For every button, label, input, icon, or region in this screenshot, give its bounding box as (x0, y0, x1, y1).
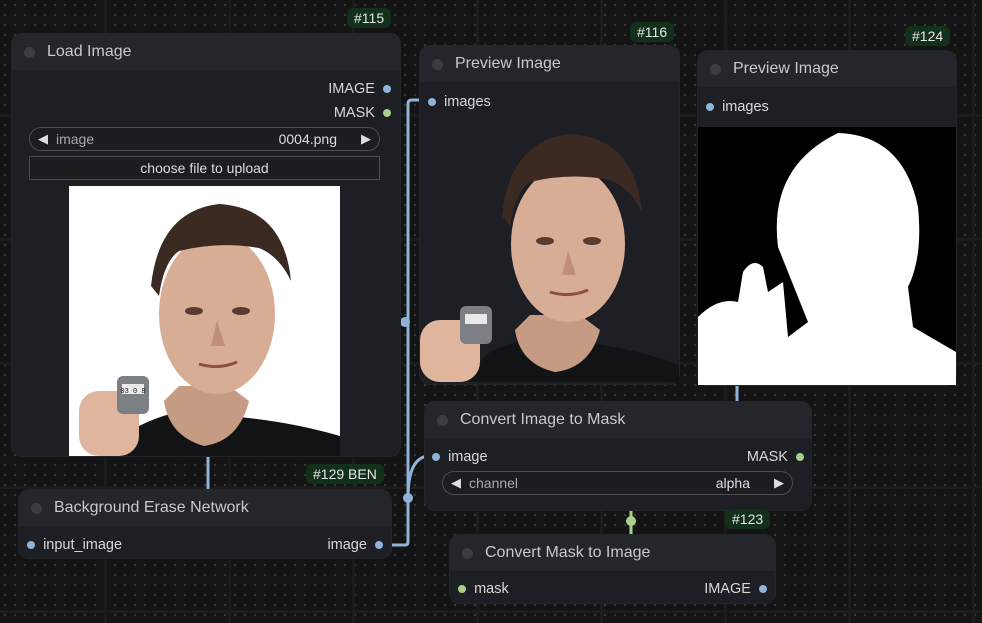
collapse-dot-icon[interactable] (24, 46, 35, 58)
image-preview: 03 0 8 (69, 186, 340, 456)
node-header[interactable]: Preview Image (698, 51, 956, 87)
slot-dot-icon[interactable] (706, 103, 714, 111)
widget-value: alpha (715, 475, 750, 491)
slot-label: images (444, 94, 491, 110)
slot-dot-icon[interactable] (432, 453, 440, 461)
right-arrow-icon[interactable]: ▶ (750, 475, 792, 491)
node-id-badge: #123 (725, 509, 771, 529)
node-title: Preview Image (455, 55, 561, 72)
node-header[interactable]: Background Erase Network (19, 490, 391, 526)
slot-dot-icon[interactable] (759, 585, 767, 593)
node-header[interactable]: Convert Mask to Image (450, 535, 775, 571)
input-slot-mask[interactable]: mask (458, 581, 509, 597)
preview-image (420, 120, 679, 382)
left-arrow-icon[interactable]: ◀ (443, 475, 469, 491)
right-arrow-icon[interactable]: ▶ (337, 131, 379, 147)
node-id-badge: #129 BEN (306, 464, 384, 484)
output-slot-mask[interactable]: MASK (747, 449, 804, 465)
node-title: Background Erase Network (54, 499, 249, 516)
node-title: Convert Image to Mask (460, 411, 626, 428)
node-id-badge: #124 (905, 26, 951, 46)
upload-button[interactable]: choose file to upload (29, 156, 380, 180)
mask-preview-image (698, 127, 956, 385)
node-header[interactable]: Preview Image (420, 46, 679, 82)
cutout-portrait (420, 134, 679, 382)
slot-dot-icon[interactable] (383, 85, 391, 93)
wire-reroute-dot (400, 317, 410, 327)
collapse-dot-icon[interactable] (710, 63, 721, 75)
slot-label: mask (474, 581, 509, 597)
output-slot-image[interactable]: IMAGE (704, 581, 767, 597)
input-slot-images[interactable]: images (428, 94, 491, 110)
slot-dot-icon[interactable] (383, 109, 391, 117)
load-image-node[interactable]: Load Image IMAGE MASK ◀ image 0004.png ▶… (12, 34, 400, 456)
output-slot-image[interactable]: image (327, 537, 383, 553)
channel-combo-widget[interactable]: ◀ channel alpha ▶ (442, 471, 793, 495)
collapse-dot-icon[interactable] (437, 414, 448, 426)
slot-dot-icon[interactable] (428, 98, 436, 106)
slot-label: images (722, 99, 769, 115)
slot-dot-icon[interactable] (796, 453, 804, 461)
widget-label: channel (469, 475, 519, 491)
node-title: Load Image (47, 43, 132, 60)
slot-dot-icon[interactable] (375, 541, 383, 549)
input-slot-image[interactable]: image (432, 449, 488, 465)
image-combo-widget[interactable]: ◀ image 0004.png ▶ (29, 127, 380, 151)
collapse-dot-icon[interactable] (31, 502, 42, 514)
slot-label: MASK (333, 105, 375, 121)
collapse-dot-icon[interactable] (462, 547, 473, 559)
slot-dot-icon[interactable] (27, 541, 35, 549)
collapse-dot-icon[interactable] (432, 58, 443, 70)
slot-dot-icon[interactable] (458, 585, 466, 593)
input-slot-input-image[interactable]: input_image (27, 537, 122, 553)
node-header[interactable]: Load Image (12, 34, 400, 70)
output-slot-image[interactable]: IMAGE (328, 81, 391, 97)
preview-image-node[interactable]: Preview Image images (420, 46, 679, 384)
wire-reroute-dot (626, 516, 636, 526)
slot-label: image (327, 537, 367, 553)
node-header[interactable]: Convert Image to Mask (425, 402, 811, 438)
wire-reroute-dot (403, 493, 413, 503)
convert-image-to-mask-node[interactable]: Convert Image to Mask image MASK ◀ chann… (425, 402, 811, 510)
portrait-image: 03 0 8 (79, 204, 340, 456)
mask-silhouette (698, 133, 956, 385)
slot-label: MASK (746, 449, 788, 465)
counter-digits: 03 0 8 (120, 388, 145, 396)
slot-label: image (448, 449, 488, 465)
slot-label: IMAGE (704, 581, 751, 597)
slot-label: IMAGE (328, 81, 375, 97)
node-title: Preview Image (733, 60, 839, 77)
widget-label: image (56, 131, 95, 147)
widget-value: 0004.png (278, 131, 337, 147)
preview-mask-node[interactable]: Preview Image images (698, 51, 956, 385)
node-id-badge: #116 (630, 22, 675, 42)
node-id-badge: #115 (347, 8, 392, 28)
output-slot-mask[interactable]: MASK (334, 105, 391, 121)
slot-label: input_image (43, 537, 123, 553)
convert-mask-to-image-node[interactable]: Convert Mask to Image mask IMAGE (450, 535, 775, 603)
node-title: Convert Mask to Image (485, 544, 651, 561)
input-slot-images[interactable]: images (706, 99, 769, 115)
background-erase-network-node[interactable]: Background Erase Network input_image ima… (19, 490, 391, 558)
left-arrow-icon[interactable]: ◀ (30, 131, 56, 147)
